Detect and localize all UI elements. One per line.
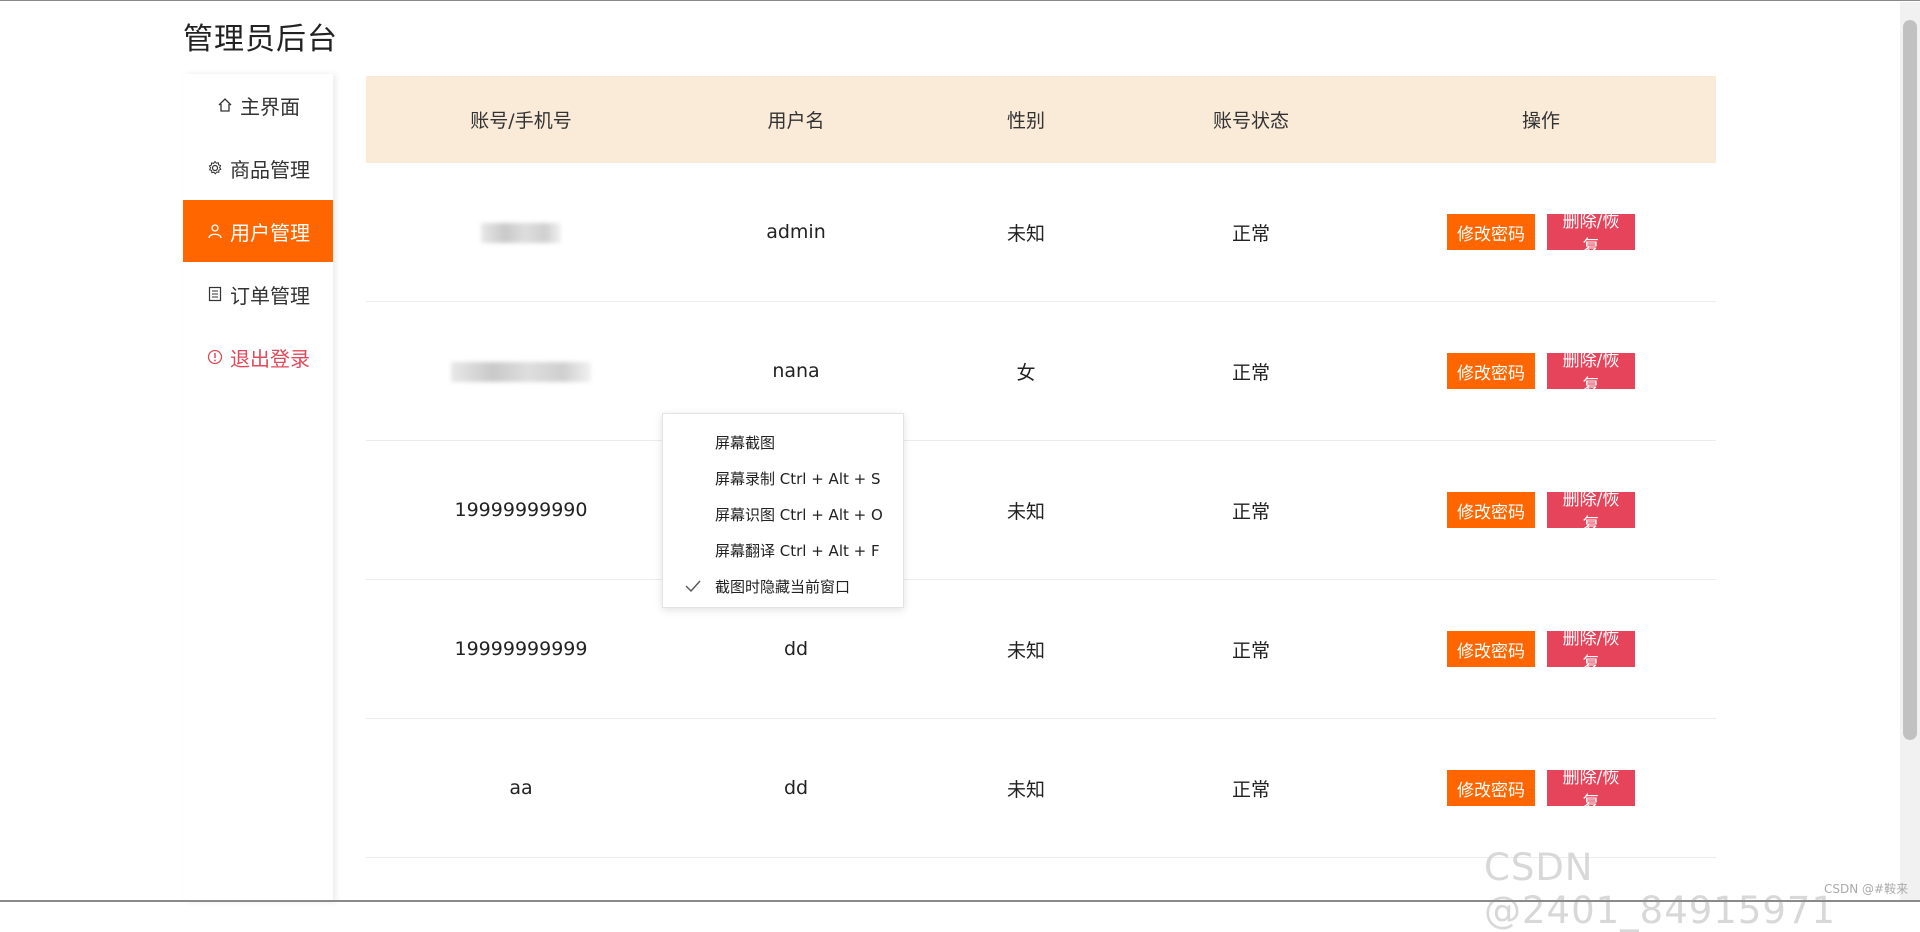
sidebar-item-orders[interactable]: 订单管理 <box>183 263 333 325</box>
context-menu-item-record[interactable]: 屏幕录制 Ctrl + Alt + S <box>663 460 903 496</box>
cell-gender: 未知 <box>1006 778 1045 801</box>
cell-status: 正常 <box>1231 778 1270 801</box>
context-menu-item-screenshot[interactable]: 屏幕截图 <box>663 424 903 460</box>
table-row: 19999999990 未知 正常 修改密码 删除/恢复 <box>366 441 1716 580</box>
header-status: 账号状态 <box>1212 110 1289 132</box>
cell-status: 正常 <box>1231 361 1270 384</box>
sidebar-item-label: 退出登录 <box>230 346 310 371</box>
change-password-button[interactable]: 修改密码 <box>1447 353 1535 389</box>
window-top-border <box>0 0 1920 1</box>
table-row: aa dd 未知 正常 修改密码 删除/恢复 <box>366 719 1716 858</box>
warning-icon <box>206 348 224 366</box>
change-password-button[interactable]: 修改密码 <box>1447 770 1535 806</box>
sidebar-item-logout[interactable]: 退出登录 <box>183 326 333 388</box>
cell-actions: 修改密码 删除/恢复 <box>1366 629 1716 674</box>
cell-gender: 未知 <box>1006 639 1045 662</box>
document-icon <box>206 285 224 303</box>
sidebar-item-home[interactable]: 主界面 <box>183 74 333 136</box>
watermark-small: CSDN @#鞍来 <box>1824 882 1909 896</box>
context-menu-label: 屏幕翻译 Ctrl + Alt + F <box>715 541 880 560</box>
redacted-account <box>451 361 591 382</box>
context-menu: 屏幕截图 屏幕录制 Ctrl + Alt + S 屏幕识图 Ctrl + Alt… <box>662 413 904 608</box>
delete-restore-button[interactable]: 删除/恢复 <box>1547 351 1635 396</box>
sidebar: 主界面 商品管理 用户管理 订单管理 退出登录 <box>183 74 333 902</box>
cell-account: aa <box>509 777 533 799</box>
cell-account: 19999999990 <box>454 499 588 521</box>
gear-icon <box>206 159 224 177</box>
cell-gender: 女 <box>1016 361 1036 384</box>
change-password-button[interactable]: 修改密码 <box>1447 631 1535 667</box>
cell-actions: 修改密码 删除/恢复 <box>1366 768 1716 813</box>
checkmark-icon <box>683 576 703 596</box>
sidebar-item-users[interactable]: 用户管理 <box>183 200 333 262</box>
cell-gender: 未知 <box>1006 222 1045 245</box>
cell-actions: 修改密码 删除/恢复 <box>1366 351 1716 396</box>
sidebar-item-products[interactable]: 商品管理 <box>183 137 333 199</box>
table-header: 账号/手机号 用户名 性别 账号状态 操作 <box>366 76 1716 163</box>
cell-gender: 未知 <box>1006 500 1045 523</box>
context-menu-label: 截图时隐藏当前窗口 <box>715 577 851 596</box>
cell-account: 19999999999 <box>454 638 588 660</box>
cell-account <box>366 221 676 243</box>
delete-restore-button[interactable]: 删除/恢复 <box>1547 212 1635 257</box>
cell-account <box>366 360 676 382</box>
cell-status: 正常 <box>1231 222 1270 245</box>
app-title: 管理员后台 <box>183 22 338 57</box>
user-icon <box>206 222 224 240</box>
header-account: 账号/手机号 <box>470 110 572 132</box>
delete-restore-button[interactable]: 删除/恢复 <box>1547 490 1635 535</box>
header-gender: 性别 <box>1006 110 1045 132</box>
context-menu-item-recognize[interactable]: 屏幕识图 Ctrl + Alt + O <box>663 496 903 532</box>
scrollbar-thumb[interactable] <box>1903 20 1917 740</box>
table-row: admin 未知 正常 修改密码 删除/恢复 <box>366 163 1716 302</box>
cell-actions: 修改密码 删除/恢复 <box>1366 490 1716 535</box>
sidebar-item-label: 订单管理 <box>230 283 310 308</box>
cell-status: 正常 <box>1231 500 1270 523</box>
cell-username: admin <box>766 221 826 243</box>
users-table: 账号/手机号 用户名 性别 账号状态 操作 admin 未知 正常 修改密码 删… <box>366 76 1716 858</box>
context-menu-label: 屏幕识图 Ctrl + Alt + O <box>715 505 883 524</box>
cell-username: nana <box>772 360 820 382</box>
table-row: 19999999999 dd 未知 正常 修改密码 删除/恢复 <box>366 580 1716 719</box>
context-menu-item-translate[interactable]: 屏幕翻译 Ctrl + Alt + F <box>663 532 903 568</box>
cell-username: dd <box>783 638 809 660</box>
change-password-button[interactable]: 修改密码 <box>1447 492 1535 528</box>
sidebar-item-label: 商品管理 <box>230 157 310 182</box>
context-menu-label: 屏幕录制 Ctrl + Alt + S <box>715 469 881 488</box>
cell-status: 正常 <box>1231 639 1270 662</box>
header-actions: 操作 <box>1521 110 1560 132</box>
context-menu-item-hide-window[interactable]: 截图时隐藏当前窗口 <box>663 568 903 604</box>
cell-username: dd <box>783 777 809 799</box>
sidebar-item-label: 主界面 <box>240 94 300 119</box>
change-password-button[interactable]: 修改密码 <box>1447 214 1535 250</box>
sidebar-item-label: 用户管理 <box>230 220 310 245</box>
cell-actions: 修改密码 删除/恢复 <box>1366 212 1716 257</box>
home-icon <box>216 96 234 114</box>
context-menu-label: 屏幕截图 <box>715 433 776 452</box>
header-username: 用户名 <box>767 110 825 132</box>
delete-restore-button[interactable]: 删除/恢复 <box>1547 768 1635 813</box>
delete-restore-button[interactable]: 删除/恢复 <box>1547 629 1635 674</box>
redacted-account <box>481 222 561 243</box>
table-row: nana 女 正常 修改密码 删除/恢复 <box>366 302 1716 441</box>
